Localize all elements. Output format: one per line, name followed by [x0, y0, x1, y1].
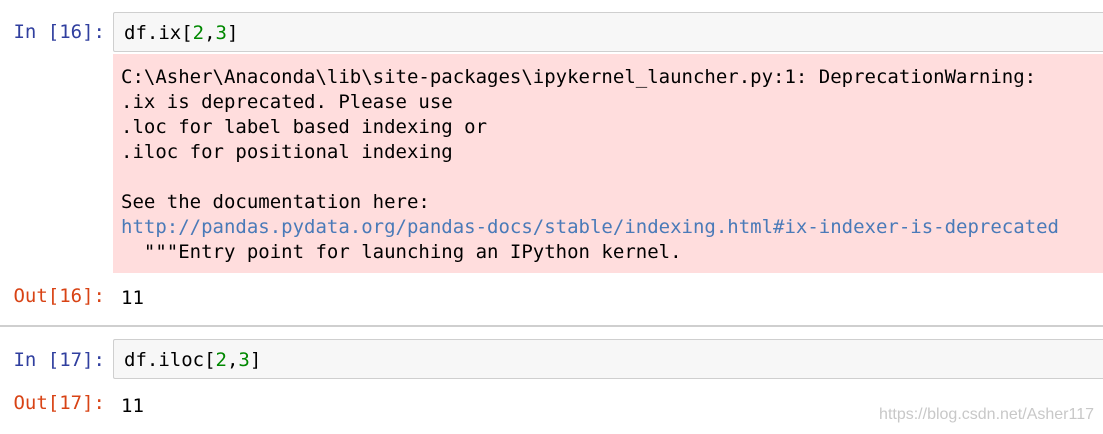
cell-divider — [0, 325, 1103, 327]
code-text: df.ix[ — [124, 22, 193, 44]
output-prompt: Out[17]: — [13, 392, 105, 414]
code-number: 2 — [215, 349, 227, 371]
output-prompt: Out[16]: — [13, 285, 105, 307]
warning-line: .loc for label based indexing or — [121, 116, 488, 138]
code-input-area[interactable]: df.iloc[2,3] — [113, 339, 1103, 379]
input-prompt: In [17]: — [13, 349, 105, 371]
notebook-cell-16[interactable]: In [16]: df.ix[2,3] C:\Asher\Anaconda\li… — [0, 0, 1103, 322]
watermark: https://blog.csdn.net/Asher117 — [879, 406, 1094, 423]
stderr-output: C:\Asher\Anaconda\lib\site-packages\ipyk… — [113, 54, 1103, 273]
warning-line: See the documentation here: — [121, 191, 430, 213]
input-prompt: In [16]: — [13, 21, 105, 43]
code-number: 3 — [238, 349, 250, 371]
code-text: df.iloc[ — [124, 349, 216, 371]
code-line[interactable]: df.ix[2,3] — [124, 21, 238, 45]
code-text: ] — [249, 349, 262, 371]
warning-line: .ix is deprecated. Please use — [121, 91, 453, 113]
warning-line: """Entry point for launching an IPython … — [121, 241, 682, 263]
warning-line: .iloc for positional indexing — [121, 141, 453, 163]
output-value: 11 — [121, 395, 144, 417]
documentation-link[interactable]: http://pandas.pydata.org/pandas-docs/sta… — [121, 215, 1059, 240]
warning-line: C:\Asher\Anaconda\lib\site-packages\ipyk… — [121, 66, 1037, 88]
code-text: , — [204, 22, 216, 44]
code-text: ] — [227, 22, 239, 44]
code-input-area[interactable]: df.ix[2,3] — [113, 12, 1103, 52]
code-text: , — [226, 349, 239, 371]
output-value: 11 — [121, 287, 144, 309]
code-number: 3 — [215, 22, 227, 44]
code-number: 2 — [192, 22, 205, 44]
code-line[interactable]: df.iloc[2,3] — [124, 348, 261, 372]
